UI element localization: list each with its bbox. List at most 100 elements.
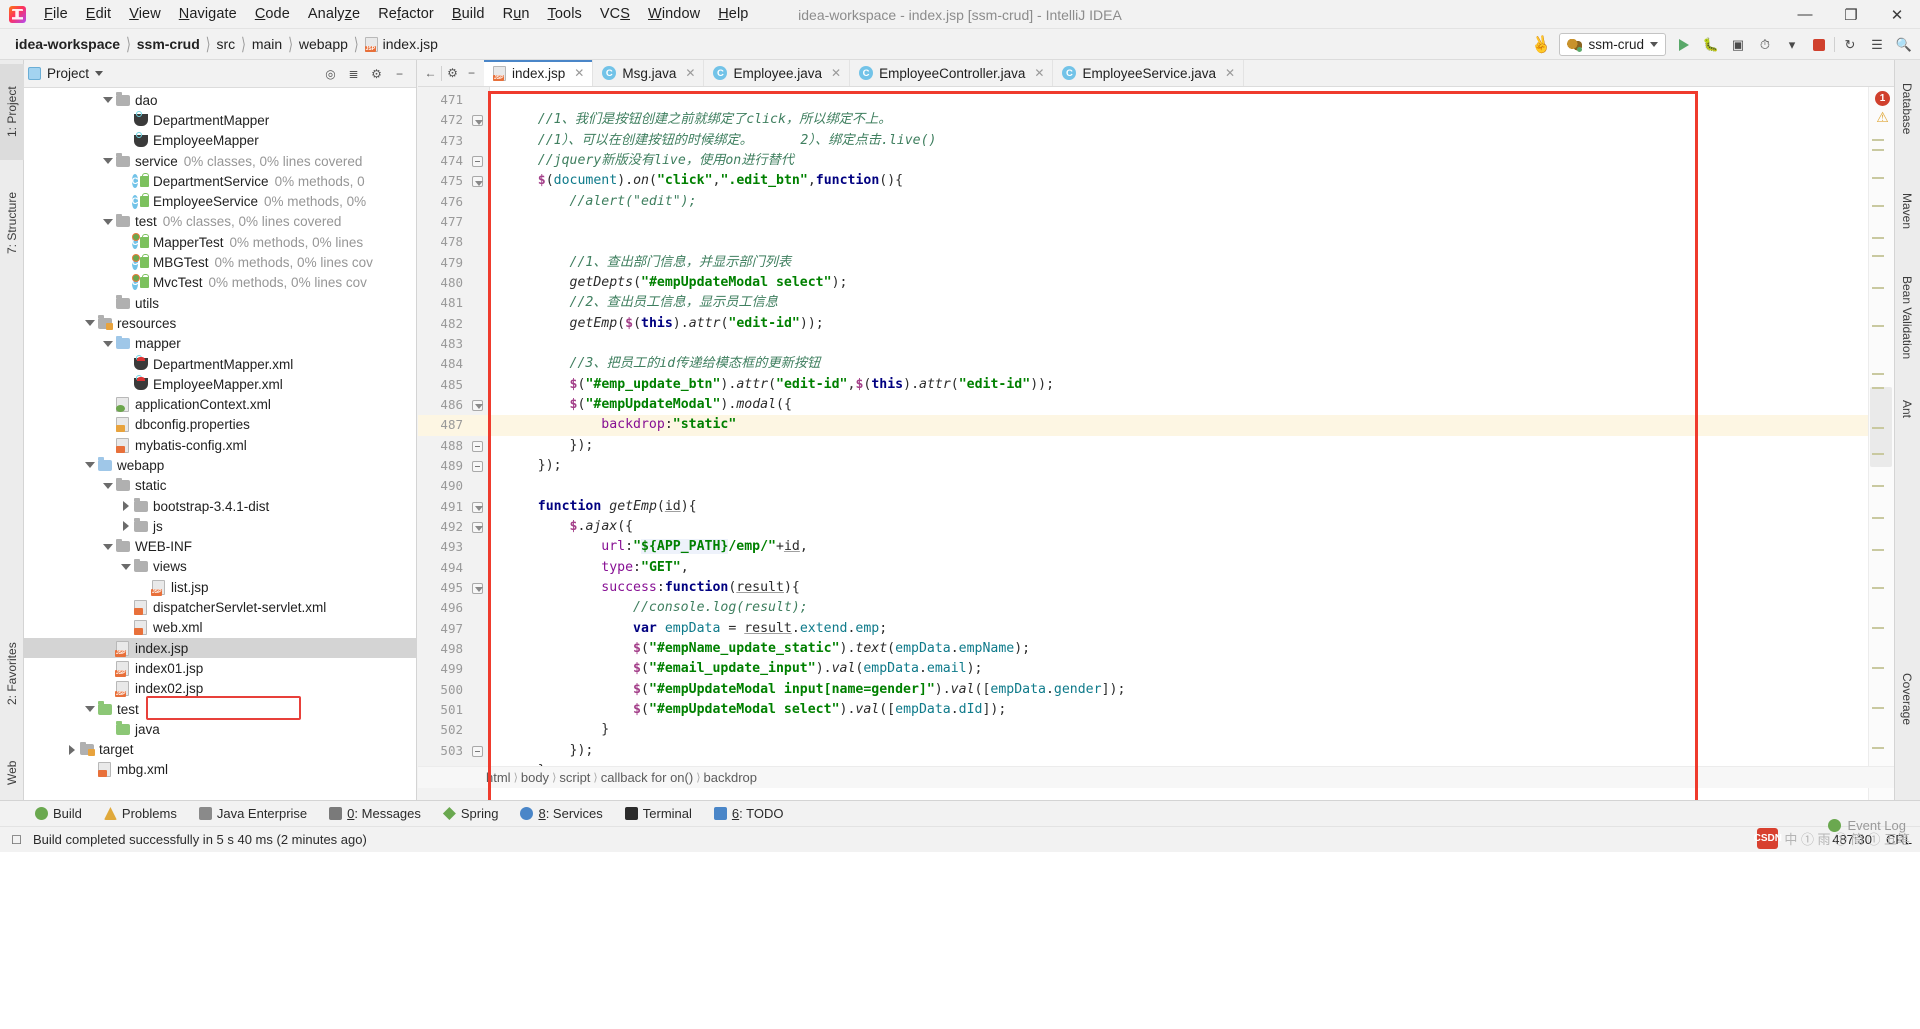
code-line[interactable]: //1）、可以在创建按钮的时候绑定。 2）、绑定点击.live() [490,131,1894,151]
hide-panel-icon[interactable]: − [391,65,408,82]
tree-expander[interactable] [66,744,78,755]
tree-expander[interactable] [84,706,96,713]
breadcrumb-item-1[interactable]: ssm-crud [132,34,205,54]
tree-node[interactable]: DepartmentMapper [24,110,416,130]
tree-node[interactable]: dao [24,90,416,110]
menu-tools[interactable]: Tools [539,3,591,25]
code-line[interactable]: getEmp($(this).attr("edit-id")); [490,314,1894,334]
tree-expander[interactable] [102,158,114,165]
editor-minimap-scrollbar[interactable]: 1 ⚠ [1868,87,1894,800]
tab-employee-java[interactable]: C Employee.java ✕ [704,60,851,86]
tree-node[interactable]: list.jsp [24,577,416,597]
menu-navigate[interactable]: Navigate [170,3,246,25]
close-button[interactable]: ✕ [1874,0,1920,29]
tree-node[interactable]: utils [24,293,416,313]
tree-node[interactable]: dbconfig.properties [24,415,416,435]
code-crumb-script[interactable]: script [559,770,590,785]
code-crumb-html[interactable]: html [486,770,511,785]
stop-icon[interactable] [1807,33,1831,57]
tree-node[interactable]: js [24,516,416,536]
code-line[interactable]: //1、查出部门信息，并显示部门列表 [490,253,1894,273]
code-line[interactable] [490,334,1894,354]
collapse-all-icon[interactable]: ≣ [345,65,362,82]
sidebar-tab-bean-validation[interactable]: Bean Validation [1894,256,1920,380]
menu-edit[interactable]: Edit [77,3,120,25]
code-line[interactable] [490,212,1894,232]
tree-node[interactable]: mbg.xml [24,760,416,780]
code-line[interactable] [490,232,1894,252]
tree-node[interactable]: webapp [24,455,416,475]
sidebar-tab-project[interactable]: 1: Project [0,64,24,160]
tree-node[interactable]: EmployeeMapper [24,131,416,151]
maximize-button[interactable]: ❐ [1828,0,1874,29]
tree-expander[interactable] [120,521,132,532]
tree-node[interactable]: service 0% classes, 0% lines covered [24,151,416,171]
menu-analyze[interactable]: Analyze [299,3,369,25]
menu-code[interactable]: Code [246,3,299,25]
tree-node[interactable]: index02.jsp [24,679,416,699]
code-line[interactable]: backdrop:"static" [490,415,1894,436]
hide-panel-icon[interactable]: − [463,65,480,82]
menu-run[interactable]: Run [494,3,539,25]
tab-index-jsp[interactable]: index.jsp ✕ [484,60,594,86]
menu-file[interactable]: File [35,3,77,25]
tree-expander[interactable] [102,482,114,489]
tool-button-services[interactable]: 8: Services [509,801,613,827]
tree-node[interactable]: C MapperTest 0% methods, 0% lines [24,232,416,252]
code-line[interactable]: $("#email_update_input").val(empData.ema… [490,659,1894,679]
tree-node[interactable]: test 0% classes, 0% lines covered [24,212,416,232]
menu-build[interactable]: Build [443,3,494,25]
back-icon[interactable]: ← [422,65,439,82]
fold-collapse-icon[interactable] [472,155,483,167]
close-icon[interactable]: ✕ [1034,66,1044,80]
code-line[interactable]: $("#empUpdateModal input[name=gender]").… [490,680,1894,700]
tool-button-java-enterprise[interactable]: Java Enterprise [188,801,318,827]
tree-node[interactable]: index01.jsp [24,658,416,678]
error-count-icon[interactable]: 1 [1875,91,1890,106]
code-line[interactable]: $("#empUpdateModal select").val([empData… [490,700,1894,720]
breadcrumb-item-4[interactable]: webapp [294,34,353,54]
code-line[interactable]: $.ajax({ [490,517,1894,537]
breadcrumb-item-3[interactable]: main [247,34,287,54]
code-line[interactable]: //alert("edit"); [490,192,1894,212]
tree-node[interactable]: C DepartmentService 0% methods, 0 [24,171,416,191]
warning-icon[interactable]: ⚠ [1875,109,1890,125]
run-configuration-selector[interactable]: ssm-crud [1559,33,1666,56]
code-line[interactable]: $(document).on("click",".edit_btn",funct… [490,171,1894,191]
minimize-button[interactable]: — [1782,0,1828,29]
build-hammer-icon[interactable]: ✌ [1526,29,1557,60]
fold-collapse-icon[interactable] [472,745,483,757]
breadcrumb-item-2[interactable]: src [211,34,240,54]
fold-expand-icon[interactable] [472,176,483,188]
update-project-icon[interactable]: ↻ [1838,33,1862,57]
menu-vcs[interactable]: VCS [591,3,639,25]
settings-gear-icon[interactable]: ⚙ [444,65,461,82]
code-line[interactable]: }); [490,741,1894,761]
tree-expander[interactable] [102,218,114,225]
code-line[interactable]: success:function(result){ [490,578,1894,598]
attach-chevron-icon[interactable]: ▾ [1780,33,1804,57]
code-line[interactable]: }); [490,456,1894,476]
tree-node[interactable]: mybatis-config.xml [24,435,416,455]
menu-window[interactable]: Window [639,3,709,25]
menu-refactor[interactable]: Refactor [369,3,443,25]
tree-node[interactable]: applicationContext.xml [24,394,416,414]
close-icon[interactable]: ✕ [1225,66,1235,80]
locate-target-icon[interactable]: ◎ [322,65,339,82]
tree-node[interactable]: dispatcherServlet-servlet.xml [24,597,416,617]
tool-button-problems[interactable]: Problems [93,801,188,827]
fold-expand-icon[interactable] [472,399,483,411]
tree-node[interactable]: index.jsp [24,638,416,659]
search-icon[interactable]: 🔍 [1892,33,1916,57]
debug-icon[interactable]: 🐛 [1699,33,1723,57]
tree-expander[interactable] [84,462,96,469]
fold-expand-icon[interactable] [472,115,483,127]
code-line[interactable]: //2、查出员工信息，显示员工信息 [490,293,1894,313]
tree-node[interactable]: mapper [24,334,416,354]
tree-node[interactable]: C MvcTest 0% methods, 0% lines cov [24,273,416,293]
tab-employeecontroller-java[interactable]: C EmployeeController.java ✕ [850,60,1054,86]
run-icon[interactable] [1672,33,1696,57]
sidebar-tab-structure[interactable]: 7: Structure [0,170,24,276]
tree-expander[interactable] [120,501,132,512]
coverage-icon[interactable]: ▣ [1726,33,1750,57]
